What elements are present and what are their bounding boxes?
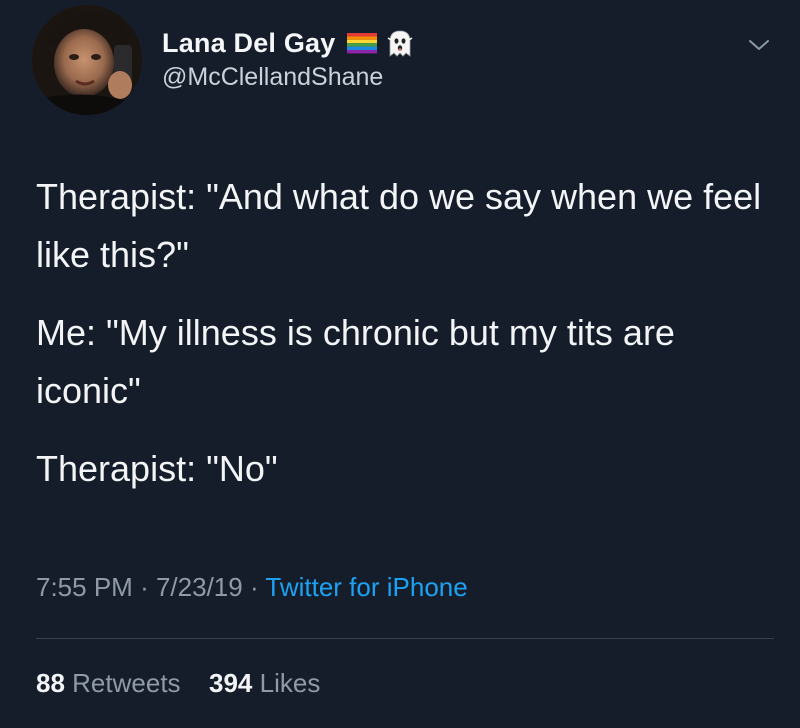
tweet-source-link[interactable]: Twitter for iPhone bbox=[265, 572, 467, 602]
retweets-count: 88 bbox=[36, 668, 65, 698]
tweet-text: Therapist: "And what do we say when we f… bbox=[36, 168, 776, 518]
chevron-down-icon[interactable] bbox=[746, 35, 772, 55]
likes-label: Likes bbox=[259, 668, 321, 698]
tweet-line: Therapist: "And what do we say when we f… bbox=[36, 176, 762, 275]
tweet-stats: 88 Retweets 394 Likes bbox=[36, 668, 320, 699]
user-handle[interactable]: @McClellandShane bbox=[162, 63, 383, 92]
likes-count: 394 bbox=[209, 668, 253, 698]
avatar[interactable] bbox=[32, 5, 142, 115]
meta-separator: · bbox=[249, 572, 259, 602]
ghost-icon bbox=[388, 30, 413, 57]
avatar-photo-icon bbox=[32, 5, 142, 115]
likes-stat[interactable]: 394 Likes bbox=[209, 668, 320, 698]
tweet-time[interactable]: 7:55 PM bbox=[36, 572, 133, 602]
tweet-line: Me: "My illness is chronic but my tits a… bbox=[36, 312, 675, 411]
name-row: Lana Del Gay bbox=[162, 25, 415, 61]
tweet-card: Lana Del Gay @McClellandShane Therapist:… bbox=[0, 0, 800, 728]
meta-separator: · bbox=[140, 572, 149, 602]
tweet-line: Therapist: "No" bbox=[36, 448, 278, 489]
tweet-date[interactable]: 7/23/19 bbox=[156, 572, 243, 602]
divider bbox=[36, 638, 774, 639]
display-name[interactable]: Lana Del Gay bbox=[162, 28, 335, 59]
retweets-stat[interactable]: 88 Retweets bbox=[36, 668, 188, 698]
tweet-meta: 7:55 PM · 7/23/19 · Twitter for iPhone bbox=[36, 572, 468, 603]
rainbow-flag-icon bbox=[347, 33, 378, 54]
retweets-label: Retweets bbox=[72, 668, 181, 698]
tweet-header: Lana Del Gay @McClellandShane bbox=[32, 5, 772, 115]
